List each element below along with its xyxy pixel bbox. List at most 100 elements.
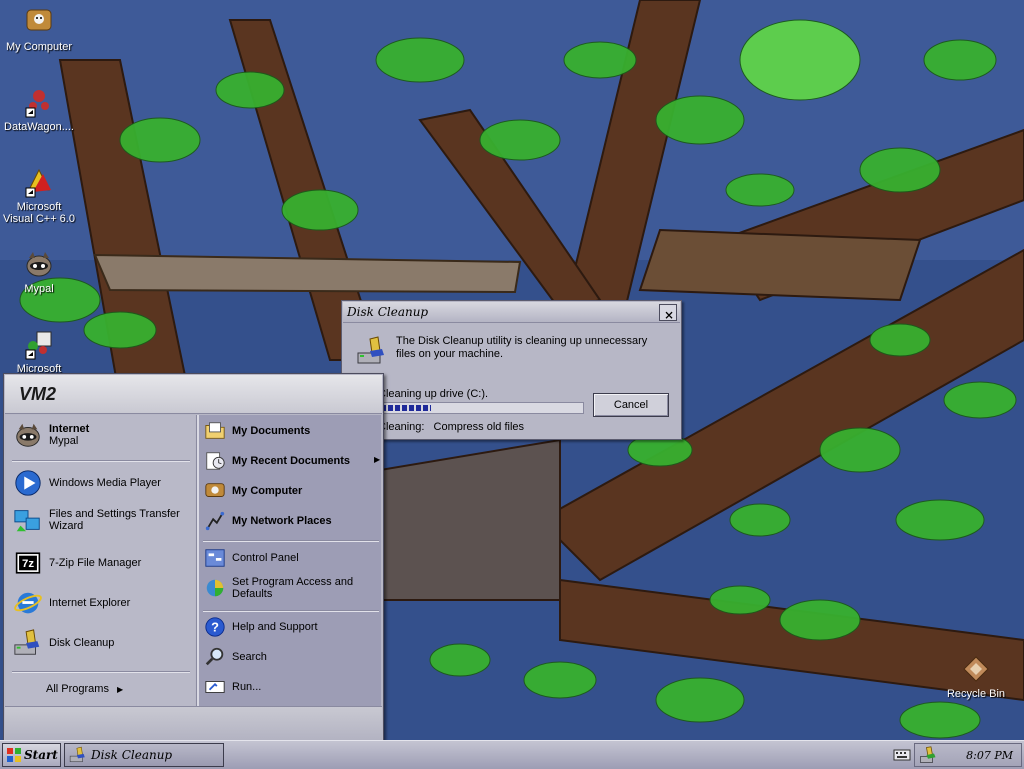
dialog-close-button[interactable]: × bbox=[659, 304, 677, 322]
progress-fill bbox=[381, 405, 431, 411]
start-item-my-documents[interactable]: My Documents bbox=[203, 419, 379, 443]
visual-cpp-icon bbox=[23, 166, 55, 198]
start-item-label: Run... bbox=[232, 681, 262, 693]
cancel-button[interactable]: Cancel bbox=[593, 393, 669, 417]
recycle-bin-icon bbox=[960, 653, 992, 685]
start-item-help[interactable]: ? Help and Support bbox=[203, 615, 379, 639]
desktop-icon-mypal[interactable]: Mypal bbox=[1, 248, 77, 295]
start-item-control-panel[interactable]: Control Panel bbox=[203, 546, 379, 570]
start-item-program-access[interactable]: Set Program Access and Defaults bbox=[203, 574, 379, 602]
cleaning-status-value: Compress old files bbox=[433, 421, 525, 433]
disk-cleanup-icon bbox=[12, 627, 44, 659]
control-panel-icon bbox=[203, 546, 227, 570]
desktop-icon-datawagon[interactable]: DataWagon.... bbox=[1, 86, 77, 133]
pinned-separator bbox=[12, 460, 190, 462]
all-programs-separator bbox=[12, 671, 190, 673]
places-separator bbox=[203, 540, 379, 542]
internet-explorer-icon bbox=[12, 587, 44, 619]
start-item-internet-explorer[interactable]: Internet Explorer bbox=[12, 587, 192, 619]
start-item-label: My Documents bbox=[232, 425, 311, 437]
chevron-right-icon: ▶ bbox=[116, 684, 124, 694]
desktop-icon-visual-cpp[interactable]: Microsoft Visual C++ 6.0 bbox=[1, 166, 77, 225]
start-item-label: Help and Support bbox=[232, 621, 318, 633]
close-icon: × bbox=[664, 308, 675, 322]
search-icon bbox=[203, 645, 227, 669]
start-menu-header: VM2 bbox=[5, 375, 382, 414]
start-item-label: 7-Zip File Manager bbox=[49, 557, 142, 569]
start-item-transfer-wizard[interactable]: Files and Settings Transfer Wizard bbox=[12, 504, 192, 536]
system-tray: 8:07 PM bbox=[893, 743, 1022, 767]
desktop-icon-label: DataWagon.... bbox=[4, 121, 74, 133]
visual-studio-icon bbox=[23, 328, 55, 360]
desktop-icon-my-computer[interactable]: My Computer bbox=[1, 6, 77, 53]
start-item-search[interactable]: Search bbox=[203, 645, 379, 669]
run-icon bbox=[203, 675, 227, 699]
start-item-title: Internet bbox=[49, 423, 90, 435]
disk-cleanup-dialog: Disk Cleanup × The Disk Cleanup utility … bbox=[341, 300, 682, 440]
desktop-icon-label: My Computer bbox=[5, 41, 73, 53]
start-item-label: Search bbox=[232, 651, 267, 663]
my-computer-icon bbox=[203, 479, 227, 503]
dialog-title: Disk Cleanup bbox=[347, 305, 429, 319]
svg-text:7z: 7z bbox=[22, 558, 34, 570]
disk-cleanup-tray-icon[interactable] bbox=[919, 746, 937, 764]
start-item-label: My Computer bbox=[232, 485, 303, 497]
start-item-label: My Network Places bbox=[232, 515, 332, 527]
network-places-icon bbox=[203, 509, 227, 533]
disk-cleanup-icon bbox=[69, 746, 85, 763]
start-item-run[interactable]: Run... bbox=[203, 675, 379, 699]
start-item-disk-cleanup[interactable]: Disk Cleanup bbox=[12, 627, 192, 659]
start-menu: VM2 Internet Mypal Windows Media Player … bbox=[3, 373, 384, 741]
start-item-7zip[interactable]: 7z 7-Zip File Manager bbox=[12, 547, 192, 579]
keyboard-icon[interactable] bbox=[893, 748, 911, 762]
svg-text:?: ? bbox=[211, 620, 219, 635]
taskbar-button-disk-cleanup[interactable]: Disk Cleanup bbox=[64, 743, 224, 767]
disk-cleanup-icon bbox=[356, 335, 388, 367]
mypal-icon bbox=[12, 419, 44, 451]
taskbar-button-label: Disk Cleanup bbox=[91, 748, 173, 762]
7zip-icon: 7z bbox=[12, 547, 44, 579]
datawagon-icon bbox=[23, 86, 55, 118]
settings-separator bbox=[203, 610, 379, 612]
windows-logo-icon bbox=[7, 748, 21, 762]
start-item-recent-documents[interactable]: My Recent Documents ▶ bbox=[203, 449, 381, 473]
start-item-label: Internet Explorer bbox=[49, 597, 131, 609]
desktop-icon-label: Microsoft Visual C++ 6.0 bbox=[3, 201, 75, 225]
chevron-right-icon: ▶ bbox=[374, 455, 381, 464]
start-item-label: Set Program Access and Defaults bbox=[232, 576, 354, 600]
all-programs-button[interactable]: All Programs ▶ bbox=[46, 681, 166, 697]
start-menu-footer bbox=[5, 706, 382, 740]
start-button-label: Start bbox=[24, 748, 58, 762]
recent-documents-icon bbox=[203, 449, 227, 473]
desktop-icon-label: Mypal bbox=[24, 283, 54, 295]
start-item-my-computer[interactable]: My Computer bbox=[203, 479, 379, 503]
taskbar-clock[interactable]: 8:07 PM bbox=[966, 749, 1013, 762]
cleaning-status-label: Cleaning: bbox=[378, 421, 425, 433]
my-computer-icon bbox=[23, 6, 55, 38]
progress-bar bbox=[378, 402, 584, 414]
start-item-subtitle: Mypal bbox=[49, 435, 79, 447]
my-documents-icon bbox=[203, 419, 227, 443]
start-button[interactable]: Start bbox=[2, 743, 61, 767]
start-item-label: Files and Settings Transfer Wizard bbox=[49, 508, 180, 532]
start-item-label: My Recent Documents bbox=[232, 455, 350, 467]
cleaning-drive-label: Cleaning up drive (C:). bbox=[378, 388, 489, 400]
start-item-media-player[interactable]: Windows Media Player bbox=[12, 467, 192, 499]
dialog-message: The Disk Cleanup utility is cleaning up … bbox=[396, 335, 648, 360]
transfer-wizard-icon bbox=[12, 504, 44, 536]
program-access-icon bbox=[203, 576, 227, 600]
mypal-icon bbox=[23, 248, 55, 280]
start-item-label: Windows Media Player bbox=[49, 477, 161, 489]
start-item-label: Control Panel bbox=[232, 552, 299, 564]
start-item-internet[interactable]: Internet Mypal bbox=[12, 419, 192, 451]
dialog-title-bar[interactable]: Disk Cleanup × bbox=[343, 302, 680, 323]
help-icon: ? bbox=[203, 615, 227, 639]
cleaning-status: Cleaning: Compress old files bbox=[378, 421, 524, 433]
desktop-icon-recycle-bin[interactable]: Recycle Bin bbox=[938, 653, 1014, 700]
desktop-icon-label: Recycle Bin bbox=[946, 688, 1006, 700]
start-item-network-places[interactable]: My Network Places bbox=[203, 509, 379, 533]
taskbar: Start Disk Cleanup 8:07 PM bbox=[0, 740, 1024, 769]
start-item-label: Disk Cleanup bbox=[49, 637, 115, 649]
user-name: VM2 bbox=[19, 384, 57, 404]
media-player-icon bbox=[12, 467, 44, 499]
